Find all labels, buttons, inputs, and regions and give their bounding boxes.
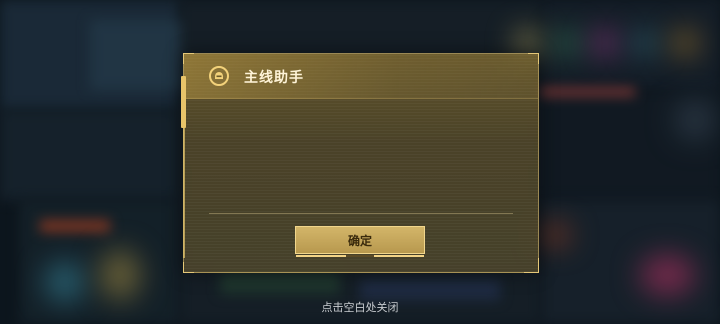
confirm-button-label: 确定 — [347, 233, 372, 248]
dialog-accent-line — [183, 128, 185, 258]
tap-blank-to-close-hint[interactable]: 点击空白处关闭 — [0, 299, 720, 315]
dialog-accent-bar — [181, 76, 186, 128]
helmet-icon — [209, 66, 229, 86]
dialog-title: 主线助手 — [244, 70, 304, 86]
mainline-assistant-dialog: 主线助手 确定 — [181, 53, 539, 273]
confirm-button[interactable]: 确定 — [295, 226, 425, 257]
dialog-header — [184, 54, 538, 99]
dialog-divider — [209, 213, 513, 214]
